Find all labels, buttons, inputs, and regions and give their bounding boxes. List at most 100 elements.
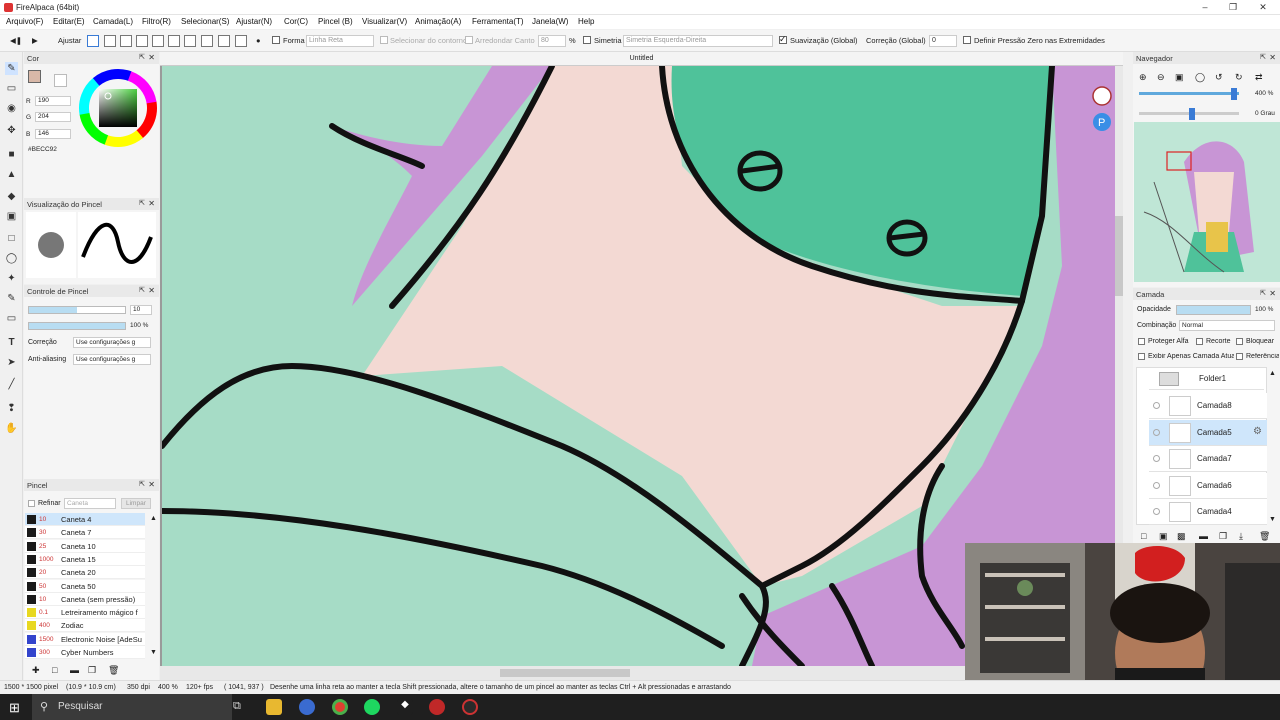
zoom-in-icon[interactable]: ⊕ (1139, 72, 1147, 83)
menu-edit[interactable]: Editar(E) (53, 17, 85, 26)
brush-item[interactable]: 10 Caneta (sem pressão) (25, 592, 145, 606)
brush-item[interactable]: 400 Zodiac (25, 619, 145, 633)
brush-item[interactable]: 25 Caneta 10 (25, 539, 145, 553)
layer-row[interactable]: Camada8 (1149, 393, 1267, 419)
simetria-checkbox[interactable] (583, 36, 591, 44)
layer-scroll-down-icon[interactable]: ▼ (1269, 516, 1276, 523)
close-icon[interactable]: ✕ (1269, 289, 1276, 298)
snap-3d-icon[interactable] (201, 35, 213, 47)
blend-mode-select[interactable]: Normal (1179, 320, 1275, 331)
magic-wand-icon[interactable]: ✦ (5, 272, 18, 285)
limpar-button[interactable]: Limpar (121, 498, 151, 509)
snap-cross-icon[interactable] (120, 35, 132, 47)
operation-tool-icon[interactable]: ➤ (5, 356, 18, 369)
new-8bit-layer-icon[interactable]: ▣ (1159, 531, 1168, 542)
chrome-icon[interactable] (332, 699, 348, 715)
color-wheel[interactable] (78, 68, 158, 148)
close-icon[interactable]: ✕ (148, 480, 155, 489)
text-tool-icon[interactable]: T (5, 336, 18, 349)
menu-window[interactable]: Janela(W) (532, 17, 568, 26)
brush-item[interactable]: 300 Cyber Numbers (25, 646, 145, 659)
menu-layer[interactable]: Camada(L) (93, 17, 133, 26)
menu-tool[interactable]: Ferramenta(T) (472, 17, 524, 26)
antialias-select[interactable]: Use configurações g (73, 354, 151, 365)
close-icon[interactable]: ✕ (148, 286, 155, 295)
size-slider[interactable] (28, 306, 126, 314)
move-tool-icon[interactable]: ✥ (5, 124, 18, 137)
navigator-preview[interactable] (1134, 122, 1280, 282)
snap-off-icon[interactable] (87, 35, 99, 47)
pin-icon[interactable]: ⇱ (139, 53, 145, 61)
duplicate-layer-icon[interactable]: ❐ (1219, 531, 1227, 542)
pen-tool-icon[interactable]: ✎ (5, 62, 18, 75)
new-layer-icon[interactable]: □ (1141, 531, 1146, 541)
merge-layer-icon[interactable]: ⤓ (1239, 531, 1243, 542)
flip-icon[interactable]: ⇄ (1255, 72, 1263, 83)
select-eraser-icon[interactable]: ▭ (5, 312, 18, 325)
layer-row[interactable]: Camada5 ⚙ (1149, 419, 1267, 446)
select-pen-icon[interactable]: ✎ (5, 292, 18, 305)
add-brush-icon[interactable]: ✚ (32, 665, 40, 676)
r-input[interactable]: 190 (35, 96, 71, 106)
menu-select[interactable]: Selecionar(S) (181, 17, 229, 26)
pin-icon[interactable]: ⇱ (1260, 53, 1266, 61)
menu-color[interactable]: Cor(C) (284, 17, 308, 26)
scroll-up-icon[interactable]: ▲ (150, 515, 157, 522)
snap-parallel-icon[interactable] (104, 35, 116, 47)
proteger-checkbox[interactable] (1138, 338, 1145, 345)
zoom-out-icon[interactable]: ⊖ (1157, 72, 1165, 83)
forma-checkbox[interactable] (272, 36, 280, 44)
layer-scroll-up-icon[interactable]: ▲ (1269, 370, 1276, 377)
game-app-icon[interactable]: ◆ (397, 699, 413, 715)
arredondar-input[interactable]: 80 (538, 35, 566, 47)
file-explorer-icon[interactable] (266, 699, 282, 715)
foreground-color-swatch[interactable] (28, 70, 41, 83)
selecionar-contorno-checkbox[interactable] (380, 36, 388, 44)
referencia-checkbox[interactable] (1236, 353, 1243, 360)
layer-visibility-icon[interactable] (1153, 481, 1160, 489)
folder-brush-icon[interactable]: ▬ (70, 665, 79, 675)
scroll-down-icon[interactable]: ▼ (150, 649, 157, 656)
pin-icon[interactable]: ⇱ (139, 199, 145, 207)
correcao-select[interactable]: 0 (929, 35, 957, 47)
correcao-select[interactable]: Use configurações g (73, 337, 151, 348)
menu-file[interactable]: Arquivo(F) (6, 17, 43, 26)
snap-curve-icon[interactable] (184, 35, 196, 47)
menu-brush[interactable]: Pincel (B) (318, 17, 353, 26)
zoom-slider-handle[interactable] (1231, 88, 1237, 100)
zoom-slider[interactable] (1139, 92, 1239, 95)
snap-circle-icon[interactable] (168, 35, 180, 47)
brush-item[interactable]: 20 Caneta 20 (25, 566, 145, 580)
recorte-checkbox[interactable] (1196, 338, 1203, 345)
prev-frame-icon[interactable]: ◀❚ (10, 36, 22, 45)
taskbar-search[interactable]: Pesquisar (32, 694, 232, 720)
new-1bit-layer-icon[interactable]: ▩ (1177, 531, 1186, 542)
firealpaca-taskbar-icon[interactable] (429, 699, 445, 715)
windows-start-icon[interactable]: ⊞ (9, 700, 20, 716)
brush-item[interactable]: 0.1 Letreiramento mágico f (25, 606, 145, 620)
arredondar-checkbox[interactable] (465, 36, 473, 44)
pressao-checkbox[interactable] (963, 36, 971, 44)
snap-grid-icon[interactable] (218, 35, 230, 47)
menu-view[interactable]: Visualizar(V) (362, 17, 407, 26)
snap-radial-icon[interactable] (152, 35, 164, 47)
brush-item[interactable]: 1500 Electronic Noise [AdeSu (25, 632, 145, 646)
rotation-slider-handle[interactable] (1189, 108, 1195, 120)
layer-visibility-icon[interactable] (1153, 455, 1160, 463)
next-frame-icon[interactable]: ▶ (32, 36, 38, 45)
layer-opacity-slider[interactable] (1176, 305, 1251, 315)
fill-rect-icon[interactable]: ■ (5, 148, 18, 161)
select-rect-icon[interactable]: □ (5, 232, 18, 245)
hand-tool-icon[interactable]: ✋ (5, 422, 18, 435)
pin-icon[interactable]: ⇱ (1260, 289, 1266, 297)
menu-help[interactable]: Help (578, 17, 594, 26)
duplicate-brush-icon[interactable]: ❐ (88, 665, 96, 676)
menu-filter[interactable]: Filtro(R) (142, 17, 171, 26)
dot-icon[interactable]: ● (256, 36, 261, 45)
canvas-tab[interactable]: Untitled (160, 52, 1123, 66)
exibir-checkbox[interactable] (1138, 353, 1145, 360)
brush-item[interactable]: 50 Caneta 50 (25, 579, 145, 593)
close-icon[interactable]: ✕ (148, 53, 155, 62)
minimize-button[interactable]: – (1190, 0, 1220, 15)
rotate-right-icon[interactable]: ↻ (1235, 72, 1243, 83)
